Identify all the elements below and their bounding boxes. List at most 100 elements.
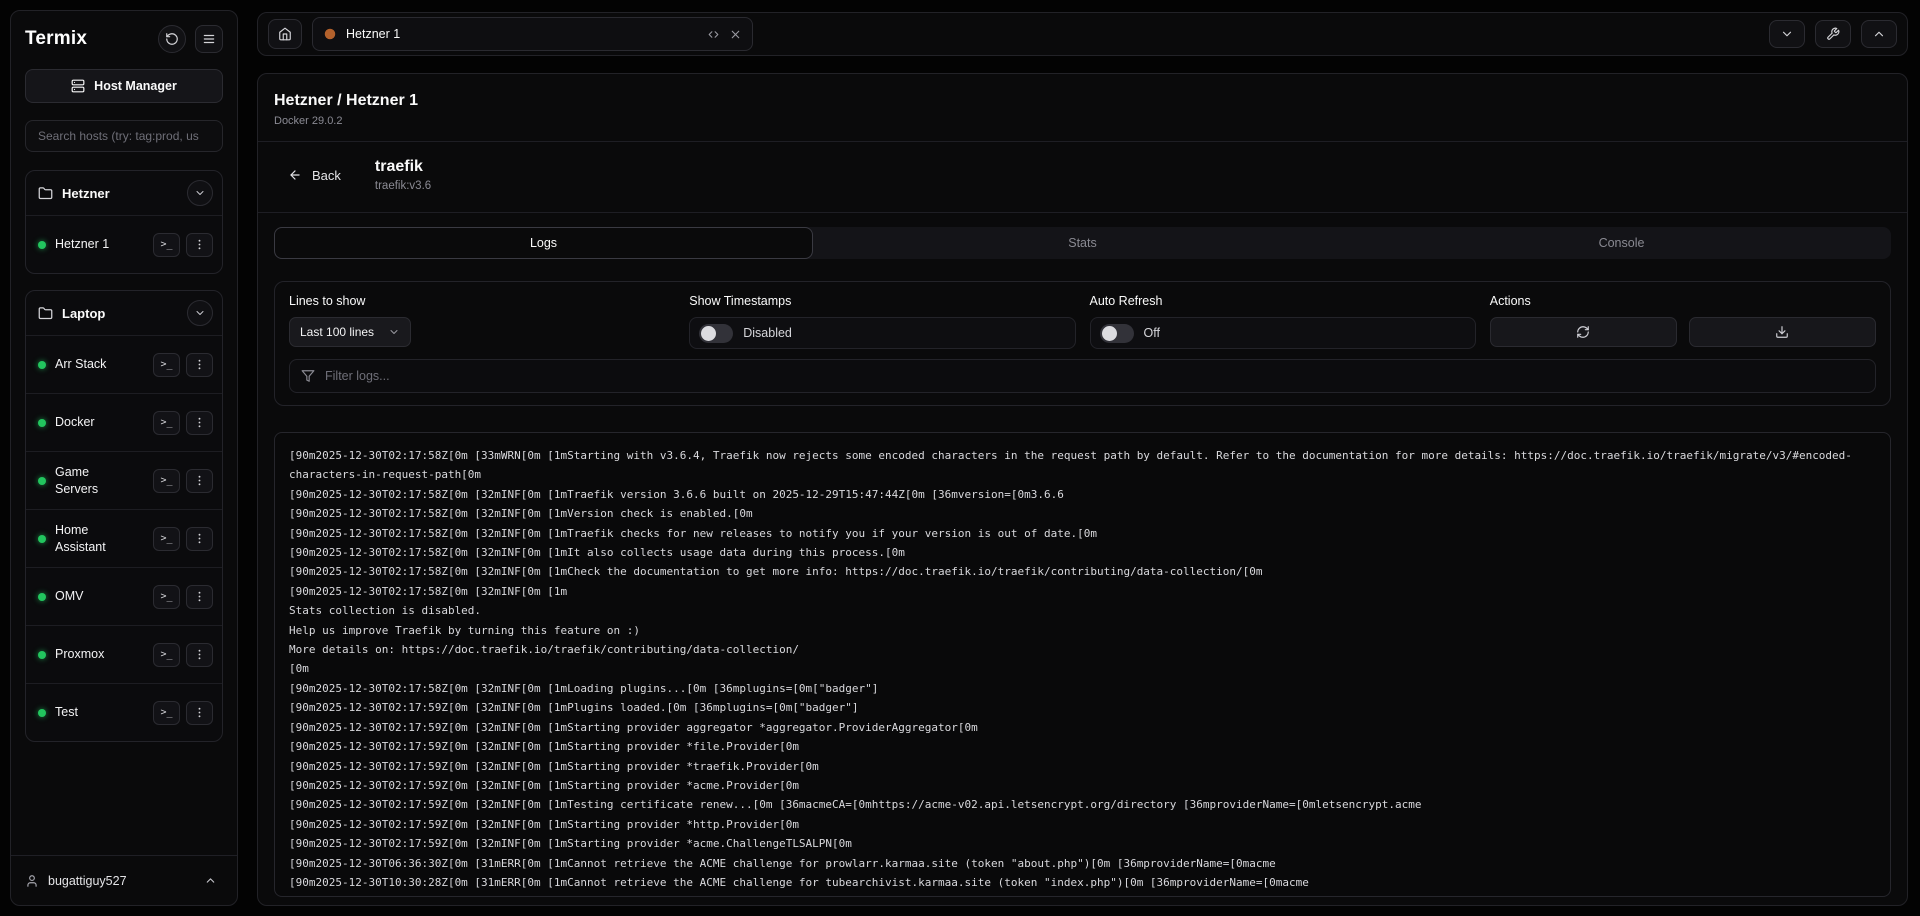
home-icon [278, 27, 292, 41]
host-name: OMV [55, 588, 133, 605]
docker-version: Docker 29.0.2 [274, 115, 1891, 127]
tab-console[interactable]: Console [1352, 227, 1891, 259]
lines-select-value: Last 100 lines [300, 325, 374, 339]
refresh-logs-button[interactable] [1490, 317, 1677, 347]
auto-refresh-state: Off [1144, 326, 1160, 340]
terminal-icon: >_ [160, 418, 172, 428]
main-panel: Hetzner / Hetzner 1 Docker 29.0.2 Back t… [257, 73, 1908, 906]
sidebar-footer: bugattiguy527 [11, 855, 237, 905]
server-icon [71, 79, 85, 93]
tab-stats[interactable]: Stats [813, 227, 1352, 259]
kebab-menu-icon [193, 238, 206, 251]
close-tab-button[interactable] [729, 28, 742, 41]
host-group-laptop: Laptop Arr Stack >_ Docker >_ Game Serve… [25, 290, 223, 742]
host-actions: >_ [153, 469, 213, 493]
host-actions: >_ [153, 353, 213, 377]
download-icon [1775, 325, 1789, 339]
host-options-button[interactable] [186, 527, 213, 551]
group-header-laptop[interactable]: Laptop [26, 291, 222, 335]
refresh-icon [165, 32, 179, 46]
group-name: Laptop [62, 306, 178, 321]
host-actions: >_ [153, 643, 213, 667]
host-name: Proxmox [55, 646, 133, 663]
status-online-dot [38, 593, 46, 601]
status-online-dot [38, 361, 46, 369]
chevron-down-icon [1780, 27, 1794, 41]
panel-collapse-button[interactable] [1769, 20, 1805, 48]
log-output: [90m2025-12-30T02:17:58Z[0m [33mWRN[0m [… [289, 446, 1876, 892]
host-item-game-servers[interactable]: Game Servers >_ [26, 451, 222, 509]
hamburger-menu-icon [202, 32, 216, 46]
host-name: Docker [55, 414, 133, 431]
open-terminal-button[interactable]: >_ [153, 353, 180, 377]
host-name: Game Servers [55, 464, 133, 498]
home-button[interactable] [268, 19, 302, 49]
wrench-icon [1826, 27, 1840, 41]
open-terminal-button[interactable]: >_ [153, 469, 180, 493]
download-logs-button[interactable] [1689, 317, 1876, 347]
host-manager-label: Host Manager [94, 79, 177, 93]
host-item-docker[interactable]: Docker >_ [26, 393, 222, 451]
host-options-button[interactable] [186, 585, 213, 609]
filter-logs-field [289, 359, 1876, 393]
user-menu-button[interactable] [197, 868, 223, 894]
host-name: Home Assistant [55, 522, 133, 556]
host-options-button[interactable] [186, 469, 213, 493]
open-terminal-button[interactable]: >_ [153, 233, 180, 257]
open-terminal-button[interactable]: >_ [153, 643, 180, 667]
actions-group: Actions [1490, 294, 1876, 347]
open-terminal-button[interactable]: >_ [153, 411, 180, 435]
host-options-button[interactable] [186, 233, 213, 257]
timestamps-toggle[interactable] [699, 324, 733, 343]
group-header-hetzner[interactable]: Hetzner [26, 171, 222, 215]
lines-to-show-group: Lines to show Last 100 lines [289, 294, 675, 347]
search-hosts-input[interactable] [25, 120, 223, 152]
open-terminal-button[interactable]: >_ [153, 585, 180, 609]
auto-refresh-label: Auto Refresh [1090, 294, 1476, 308]
service-title-block: traefik traefik:v3.6 [375, 158, 431, 192]
split-view-button[interactable] [707, 28, 720, 41]
tools-button[interactable] [1815, 20, 1851, 48]
filter-logs-input[interactable] [325, 369, 1864, 383]
terminal-icon: >_ [160, 476, 172, 486]
refresh-hosts-button[interactable] [158, 25, 186, 53]
back-button[interactable]: Back [280, 162, 349, 189]
os-icon [323, 27, 337, 41]
actions-row [1490, 317, 1876, 347]
sidebar-menu-button[interactable] [195, 25, 223, 53]
host-options-button[interactable] [186, 411, 213, 435]
host-item-home-assistant[interactable]: Home Assistant >_ [26, 509, 222, 567]
group-name: Hetzner [62, 186, 178, 201]
host-item-arr-stack[interactable]: Arr Stack >_ [26, 335, 222, 393]
host-item-proxmox[interactable]: Proxmox >_ [26, 625, 222, 683]
host-options-button[interactable] [186, 701, 213, 725]
open-terminal-button[interactable]: >_ [153, 527, 180, 551]
auto-refresh-toggle[interactable] [1100, 324, 1134, 343]
refresh-icon [1576, 325, 1590, 339]
host-manager-button[interactable]: Host Manager [25, 69, 223, 103]
host-options-button[interactable] [186, 353, 213, 377]
lines-select[interactable]: Last 100 lines [289, 317, 411, 347]
status-online-dot [38, 477, 46, 485]
log-controls: Lines to show Last 100 lines Show Timest… [274, 281, 1891, 406]
username: bugattiguy527 [48, 874, 188, 888]
tab-hetzner-1[interactable]: Hetzner 1 [312, 17, 753, 51]
tab-logs[interactable]: Logs [274, 227, 813, 259]
log-output-container[interactable]: [90m2025-12-30T02:17:58Z[0m [33mWRN[0m [… [274, 432, 1891, 897]
terminal-icon: >_ [160, 534, 172, 544]
host-options-button[interactable] [186, 643, 213, 667]
show-timestamps-label: Show Timestamps [689, 294, 1075, 308]
host-item-hetzner-1[interactable]: Hetzner 1 >_ [26, 215, 222, 273]
panel-expand-button[interactable] [1861, 20, 1897, 48]
open-terminal-button[interactable]: >_ [153, 701, 180, 725]
log-controls-grid: Lines to show Last 100 lines Show Timest… [289, 294, 1876, 349]
chevron-down-icon [194, 187, 206, 199]
service-header: Back traefik traefik:v3.6 [258, 142, 1907, 213]
folder-icon [38, 186, 53, 201]
folder-icon [38, 306, 53, 321]
group-collapse-button[interactable] [187, 180, 213, 206]
terminal-icon: >_ [160, 240, 172, 250]
group-collapse-button[interactable] [187, 300, 213, 326]
host-item-omv[interactable]: OMV >_ [26, 567, 222, 625]
host-item-test[interactable]: Test >_ [26, 683, 222, 741]
